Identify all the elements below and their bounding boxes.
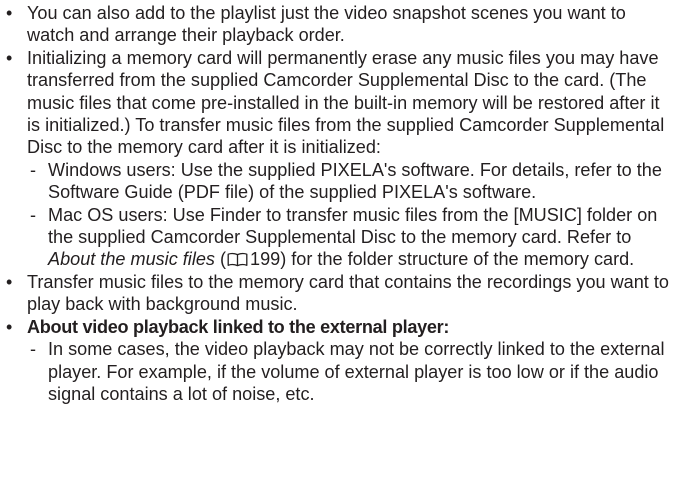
cross-reference-title: About the music files: [48, 249, 215, 270]
external-player-notes-list: In some cases, the video playback may no…: [27, 338, 672, 405]
note-text: Initializing a memory card will permanen…: [27, 47, 665, 158]
note-video-playback-external-player: About video playback linked to the exter…: [0, 316, 672, 406]
note-initialize-memory-card: Initializing a memory card will permanen…: [0, 47, 672, 271]
sub-item-windows-users: Windows users: Use the supplied PIXELA's…: [27, 159, 672, 204]
sub-item-text: In some cases, the video playback may no…: [48, 339, 665, 404]
note-playlist-snapshot: You can also add to the playlist just th…: [0, 2, 672, 47]
sub-item-text: Windows users: Use the supplied PIXELA's…: [48, 159, 662, 203]
sub-item-mac-users: Mac OS users: Use Finder to transfer mus…: [27, 204, 672, 271]
paren-open: (: [214, 249, 227, 270]
note-text: Transfer music files to the memory card …: [27, 271, 669, 315]
sub-item-text-end: ) for the folder structure of the memory…: [280, 249, 635, 270]
transfer-instructions-list: Windows users: Use the supplied PIXELA's…: [27, 159, 672, 271]
manual-page: You can also add to the playlist just th…: [0, 0, 677, 492]
note-heading: About video playback linked to the exter…: [27, 316, 450, 337]
sub-item-text: Mac OS users: Use Finder to transfer mus…: [48, 204, 658, 248]
notes-list: You can also add to the playlist just th…: [0, 2, 672, 405]
book-icon: [227, 253, 248, 267]
note-transfer-music-files: Transfer music files to the memory card …: [0, 271, 672, 316]
sub-item-linking-issue: In some cases, the video playback may no…: [27, 338, 672, 405]
note-text: You can also add to the playlist just th…: [27, 3, 626, 46]
page-reference: 199: [250, 249, 281, 270]
